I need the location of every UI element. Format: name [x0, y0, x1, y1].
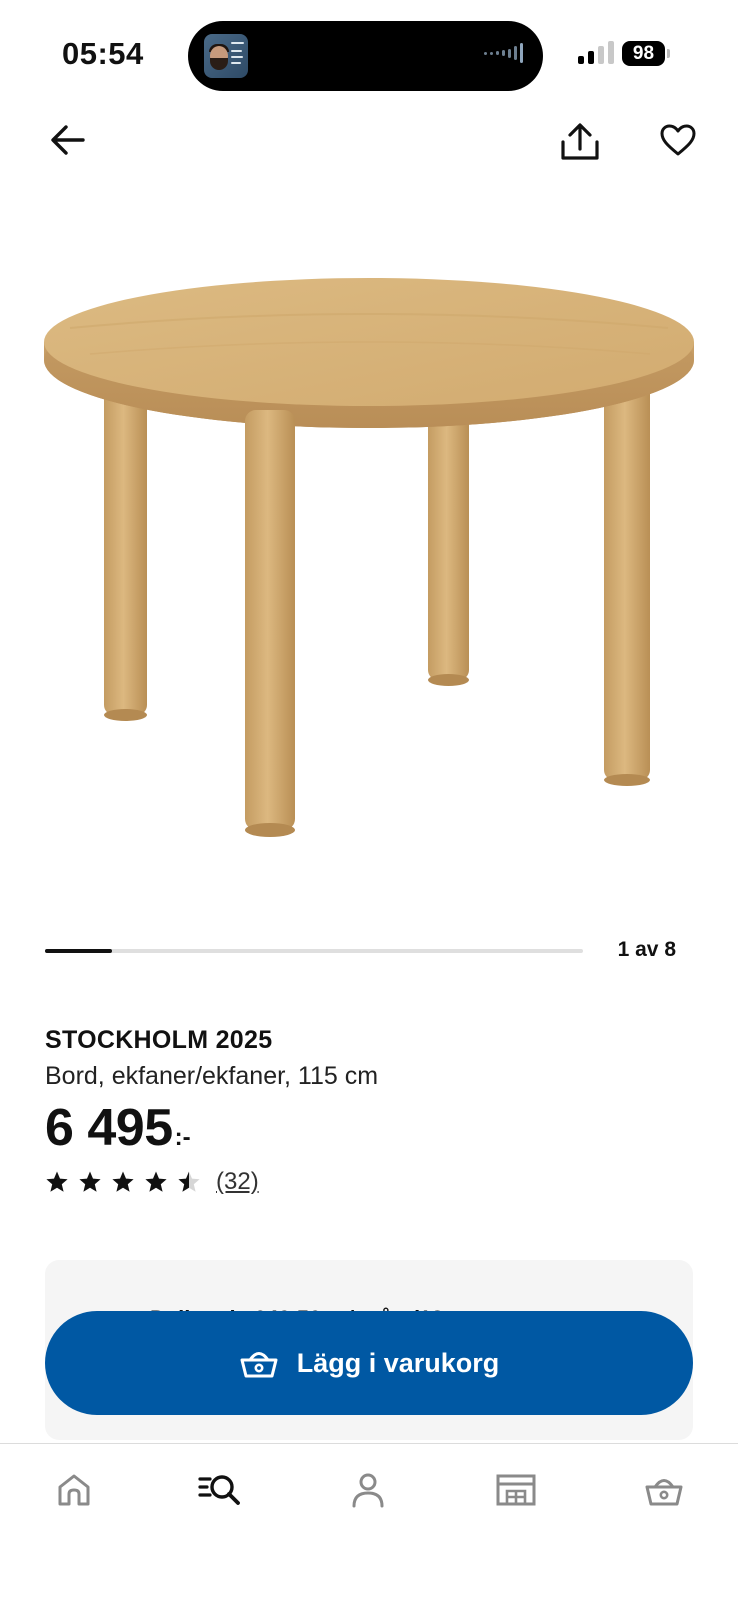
cellular-signal-icon: [578, 40, 614, 64]
add-to-cart-label: Lägg i varukorg: [296, 1347, 500, 1378]
back-button[interactable]: [44, 116, 92, 164]
battery-level: 98: [622, 41, 665, 66]
search-icon: [198, 1475, 240, 1505]
product-price: 6 495 :-: [45, 1098, 191, 1158]
tab-store[interactable]: [488, 1466, 544, 1514]
tab-home[interactable]: [46, 1466, 102, 1514]
tab-basket[interactable]: [636, 1466, 692, 1514]
star-icon: [46, 1171, 68, 1192]
product-image[interactable]: [0, 250, 738, 880]
basket-icon: [645, 1479, 683, 1506]
gallery-counter: 1 av 8: [617, 938, 676, 961]
price-value: 6 495: [45, 1099, 173, 1157]
tab-search[interactable]: [192, 1466, 248, 1514]
status-bar: 05:54 98: [0, 0, 738, 100]
battery-icon: 98: [622, 41, 670, 66]
gallery-progress-fill: [45, 949, 113, 953]
add-to-cart-button[interactable]: Lägg i varukorg: [45, 1311, 693, 1415]
tab-profile[interactable]: [340, 1466, 396, 1514]
star-icon: [178, 1171, 200, 1192]
arrow-left-icon: [51, 125, 85, 155]
profile-icon: [352, 1473, 384, 1508]
share-button[interactable]: [556, 116, 604, 168]
star-icon: [145, 1171, 167, 1192]
home-icon: [58, 1474, 90, 1506]
now-playing-thumbnail: [204, 34, 248, 78]
price-suffix: :-: [174, 1124, 191, 1151]
product-description: Bord, ekfaner/ekfaner, 115 cm: [45, 1062, 379, 1090]
status-time: 05:54: [62, 36, 144, 71]
gallery-progress-bar: [45, 949, 583, 953]
rating-stars: [45, 1170, 201, 1194]
round-table-illustration: [44, 278, 694, 837]
product-name: STOCKHOLM 2025: [45, 1026, 273, 1054]
favorite-button[interactable]: [654, 116, 702, 164]
bottom-tab-bar: [0, 1443, 738, 1600]
basket-icon: [240, 1352, 278, 1378]
star-icon: [112, 1171, 134, 1192]
star-icon: [79, 1171, 101, 1192]
review-count-link[interactable]: (32): [216, 1168, 259, 1196]
product-rating[interactable]: (32): [45, 1168, 259, 1196]
share-icon: [561, 123, 599, 160]
store-icon: [496, 1474, 536, 1506]
heart-icon: [660, 124, 696, 156]
audio-wave-icon: [484, 43, 523, 63]
dynamic-island[interactable]: [188, 21, 543, 91]
